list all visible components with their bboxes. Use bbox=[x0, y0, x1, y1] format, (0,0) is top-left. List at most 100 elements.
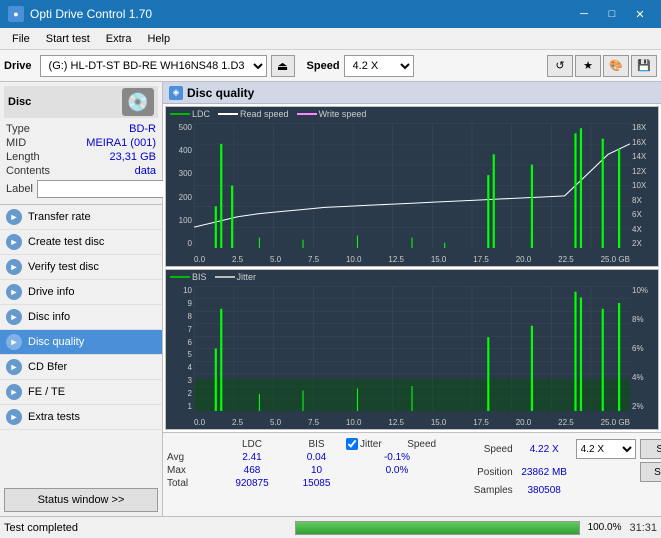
chart2-inner bbox=[194, 286, 630, 411]
progress-bar-fill bbox=[296, 522, 579, 534]
progress-bar-container bbox=[295, 521, 580, 535]
star-button[interactable]: ★ bbox=[575, 55, 601, 77]
menu-file[interactable]: File bbox=[4, 31, 38, 47]
disc-info-label: Disc info bbox=[28, 311, 70, 323]
disc-panel: Disc 💿 Type BD-R MID MEIRA1 (001) Length… bbox=[0, 82, 162, 205]
app-icon: ● bbox=[8, 6, 24, 22]
speed-select[interactable]: 4.2 X bbox=[344, 55, 414, 77]
sidebar-menu: ► Transfer rate ► Create test disc ► Ver… bbox=[0, 205, 162, 430]
create-test-disc-label: Create test disc bbox=[28, 236, 104, 248]
stats-speed-row: Speed 4.22 X 4.2 X Start full bbox=[458, 439, 661, 459]
bis-legend-item: BIS bbox=[170, 272, 207, 282]
eject-button[interactable]: ⏏ bbox=[271, 55, 295, 77]
stats-position-row: Position 23862 MB Start part bbox=[458, 462, 661, 482]
speed-label: Speed bbox=[458, 444, 513, 455]
maximize-button[interactable]: □ bbox=[599, 4, 625, 24]
fe-te-label: FE / TE bbox=[28, 386, 65, 398]
stats-right-panel: Speed 4.22 X 4.2 X Start full Position 2… bbox=[454, 437, 661, 498]
content-area: ◈ Disc quality LDC Read speed bbox=[163, 82, 661, 516]
disc-section-title: Disc bbox=[8, 96, 31, 108]
max-jitter: 0.0% bbox=[362, 465, 432, 476]
ldc-col-header: LDC bbox=[217, 439, 287, 450]
app-title: Opti Drive Control 1.70 bbox=[30, 7, 152, 21]
sidebar-item-verify-test-disc[interactable]: ► Verify test disc bbox=[0, 255, 162, 280]
menubar: File Start test Extra Help bbox=[0, 28, 661, 50]
sidebar-item-fe-te[interactable]: ► FE / TE bbox=[0, 380, 162, 405]
sidebar-item-drive-info[interactable]: ► Drive info bbox=[0, 280, 162, 305]
disc-quality-title: Disc quality bbox=[187, 86, 254, 100]
chart2-svg bbox=[194, 286, 630, 411]
chart-ldc: LDC Read speed Write speed 500 400 300 bbox=[165, 106, 659, 267]
read-speed-legend-item: Read speed bbox=[218, 109, 289, 119]
refresh-button[interactable]: ↺ bbox=[547, 55, 573, 77]
label-input[interactable] bbox=[37, 180, 171, 198]
cd-bfer-label: CD Bfer bbox=[28, 361, 67, 373]
jitter-checkbox[interactable] bbox=[346, 438, 358, 450]
save-button[interactable]: 💾 bbox=[631, 55, 657, 77]
length-value: 23,31 GB bbox=[110, 151, 156, 163]
menu-start-test[interactable]: Start test bbox=[38, 31, 98, 47]
sidebar-item-transfer-rate[interactable]: ► Transfer rate bbox=[0, 205, 162, 230]
disc-info-icon: ► bbox=[6, 309, 22, 325]
color-button[interactable]: 🎨 bbox=[603, 55, 629, 77]
jitter-col-header: Jitter bbox=[360, 439, 382, 450]
sidebar-item-cd-bfer[interactable]: ► CD Bfer bbox=[0, 355, 162, 380]
extra-tests-label: Extra tests bbox=[28, 411, 80, 423]
chart1-inner bbox=[194, 123, 630, 248]
chart2-legend: BIS Jitter bbox=[170, 272, 256, 282]
sidebar: Disc 💿 Type BD-R MID MEIRA1 (001) Length… bbox=[0, 82, 163, 516]
drive-info-label: Drive info bbox=[28, 286, 74, 298]
contents-label: Contents bbox=[6, 165, 50, 177]
total-label: Total bbox=[167, 478, 215, 489]
write-speed-legend-label: Write speed bbox=[319, 109, 367, 119]
transfer-rate-label: Transfer rate bbox=[28, 211, 91, 223]
write-speed-legend-color bbox=[297, 113, 317, 115]
stats-max-row: Max 468 10 0.0% bbox=[165, 464, 454, 477]
chart2-y-left: 10 9 8 7 6 5 4 3 2 1 bbox=[166, 286, 194, 411]
stats-area: LDC BIS Jitter Speed Avg 2.41 0.04 -0.1% bbox=[163, 432, 661, 516]
jitter-legend-item: Jitter bbox=[215, 272, 257, 282]
avg-label: Avg bbox=[167, 452, 215, 463]
chart1-y-right: 18X 16X 14X 12X 10X 8X 6X 4X 2X bbox=[630, 123, 658, 248]
length-label: Length bbox=[6, 151, 40, 163]
menu-help[interactable]: Help bbox=[139, 31, 178, 47]
menu-extra[interactable]: Extra bbox=[98, 31, 140, 47]
status-window-button[interactable]: Status window >> bbox=[4, 488, 158, 512]
avg-ldc: 2.41 bbox=[217, 452, 287, 463]
drive-select[interactable]: (G:) HL-DT-ST BD-RE WH16NS48 1.D3 bbox=[40, 55, 267, 77]
start-part-button[interactable]: Start part bbox=[640, 462, 661, 482]
stats-avg-row: Avg 2.41 0.04 -0.1% bbox=[165, 451, 454, 464]
sidebar-item-extra-tests[interactable]: ► Extra tests bbox=[0, 405, 162, 430]
main-area: Disc 💿 Type BD-R MID MEIRA1 (001) Length… bbox=[0, 82, 661, 516]
close-button[interactable]: ✕ bbox=[627, 4, 653, 24]
jitter-legend-label: Jitter bbox=[237, 272, 257, 282]
position-label: Position bbox=[458, 467, 513, 478]
fe-te-icon: ► bbox=[6, 384, 22, 400]
disc-quality-header: ◈ Disc quality bbox=[163, 82, 661, 104]
titlebar-left: ● Opti Drive Control 1.70 bbox=[8, 6, 152, 22]
sidebar-item-disc-quality[interactable]: ► Disc quality bbox=[0, 330, 162, 355]
disc-length-row: Length 23,31 GB bbox=[4, 150, 158, 164]
sidebar-item-disc-info[interactable]: ► Disc info bbox=[0, 305, 162, 330]
read-speed-legend-color bbox=[218, 113, 238, 115]
stats-header: LDC BIS Jitter Speed bbox=[165, 437, 454, 451]
drive-action-buttons: ↺ ★ 🎨 💾 bbox=[547, 55, 657, 77]
statusbar: Test completed 100.0% 31:31 bbox=[0, 516, 661, 538]
transfer-rate-icon: ► bbox=[6, 209, 22, 225]
max-ldc: 468 bbox=[217, 465, 287, 476]
verify-test-disc-icon: ► bbox=[6, 259, 22, 275]
ldc-legend-item: LDC bbox=[170, 109, 210, 119]
speed-label: Speed bbox=[307, 60, 340, 72]
contents-value: data bbox=[135, 165, 156, 177]
create-test-disc-icon: ► bbox=[6, 234, 22, 250]
start-full-button[interactable]: Start full bbox=[640, 439, 661, 459]
speed-select-stats[interactable]: 4.2 X bbox=[576, 439, 636, 459]
write-speed-legend-item: Write speed bbox=[297, 109, 367, 119]
minimize-button[interactable]: ─ bbox=[571, 4, 597, 24]
avg-jitter: -0.1% bbox=[362, 452, 432, 463]
chart2-y-right: 10% 8% 6% 4% 2% bbox=[630, 286, 658, 411]
total-ldc: 920875 bbox=[217, 478, 287, 489]
sidebar-item-create-test-disc[interactable]: ► Create test disc bbox=[0, 230, 162, 255]
disc-label-row: Label ✎ bbox=[4, 178, 158, 200]
speed-value: 4.22 X bbox=[517, 444, 572, 455]
